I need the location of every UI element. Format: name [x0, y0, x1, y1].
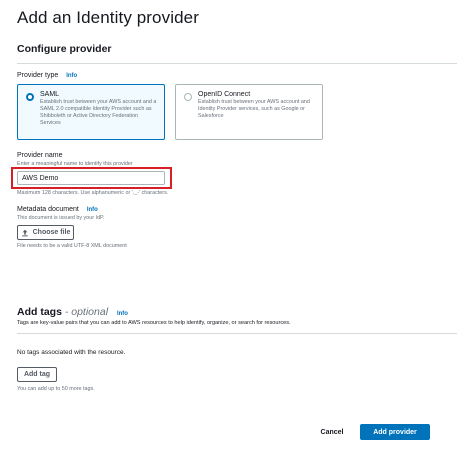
- provider-name-input[interactable]: [17, 171, 165, 185]
- provider-name-label: Provider name: [17, 152, 63, 159]
- metadata-document-label: Metadata document Info: [17, 206, 98, 213]
- tags-divider: [17, 333, 457, 334]
- tag-limit-text: You can add up to 50 more tags.: [17, 386, 95, 392]
- saml-option-description: Establish trust between your AWS account…: [40, 99, 157, 126]
- section-divider: [17, 63, 457, 64]
- metadata-file-hint: File needs to be a valid UTF-8 XML docum…: [17, 243, 127, 249]
- metadata-hint: This document is issued by your IdP.: [17, 215, 105, 221]
- optional-text: - optional: [64, 306, 109, 318]
- saml-option-title: SAML: [40, 91, 60, 98]
- tags-description: Tags are key-value pairs that you can ad…: [17, 320, 291, 326]
- provider-type-label: Provider type Info: [17, 72, 77, 79]
- provider-name-constraint: Maximum 128 characters. Use alphanumeric…: [17, 190, 169, 196]
- add-provider-button[interactable]: Add provider: [360, 424, 430, 440]
- saml-option-card[interactable]: SAML Establish trust between your AWS ac…: [17, 84, 165, 140]
- openid-connect-radio[interactable]: [184, 93, 192, 101]
- choose-file-button[interactable]: Choose file: [17, 225, 74, 240]
- metadata-info-link[interactable]: Info: [87, 207, 98, 213]
- choose-file-label: Choose file: [32, 229, 71, 236]
- openid-connect-option-card[interactable]: OpenID Connect Establish trust between y…: [175, 84, 323, 140]
- tags-info-link[interactable]: Info: [117, 311, 128, 317]
- cancel-button[interactable]: Cancel: [310, 424, 354, 440]
- configure-provider-heading: Configure provider: [17, 43, 112, 55]
- provider-type-info-link[interactable]: Info: [66, 73, 77, 79]
- openid-connect-option-title: OpenID Connect: [198, 91, 251, 98]
- saml-radio[interactable]: [26, 93, 34, 101]
- add-tag-button[interactable]: Add tag: [17, 367, 57, 382]
- add-tags-title-text: Add tags: [17, 306, 62, 318]
- upload-icon: [21, 229, 28, 236]
- add-tags-heading: Add tags - optional Info: [17, 306, 128, 318]
- page-title: Add an Identity provider: [17, 8, 199, 27]
- openid-connect-option-description: Establish trust between your AWS account…: [198, 99, 310, 119]
- provider-type-label-text: Provider type: [17, 72, 59, 79]
- no-tags-text: No tags associated with the resource.: [17, 349, 126, 356]
- metadata-document-label-text: Metadata document: [17, 206, 79, 213]
